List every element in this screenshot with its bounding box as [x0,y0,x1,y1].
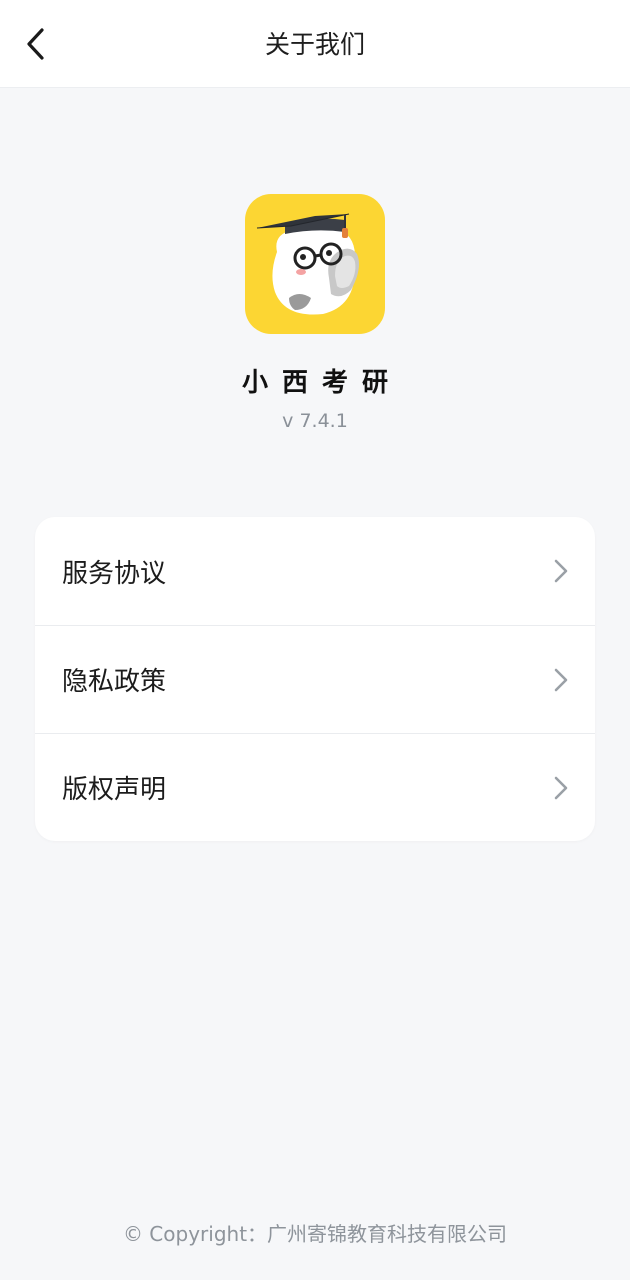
about-page: 关于我们 小西考研 v 7.4.1 服务协议 隐私政策 版权声明 © Copyr… [0,0,630,1280]
copyright-text: © Copyright：广州寄锦教育科技有限公司 [122,1222,508,1246]
chevron-right-icon [551,557,571,585]
app-logo [245,194,385,334]
mascot-logo-icon [256,213,359,315]
top-nav-bar: 关于我们 [0,0,630,88]
menu-item-service-agreement[interactable]: 服务协议 [35,517,595,625]
menu-item-label: 隐私政策 [62,667,167,697]
legal-menu: 服务协议 隐私政策 版权声明 [35,517,595,841]
menu-item-label: 服务协议 [62,558,167,589]
page-title: 关于我们 [264,30,365,59]
chevron-right-icon [551,774,571,802]
menu-item-copyright-statement[interactable]: 版权声明 [35,733,595,841]
app-name: 小西考研 [241,368,402,398]
chevron-right-icon [551,666,571,694]
menu-item-privacy-policy[interactable]: 隐私政策 [35,625,595,733]
menu-item-label: 版权声明 [62,775,167,805]
app-version: v 7.4.1 [282,410,348,432]
